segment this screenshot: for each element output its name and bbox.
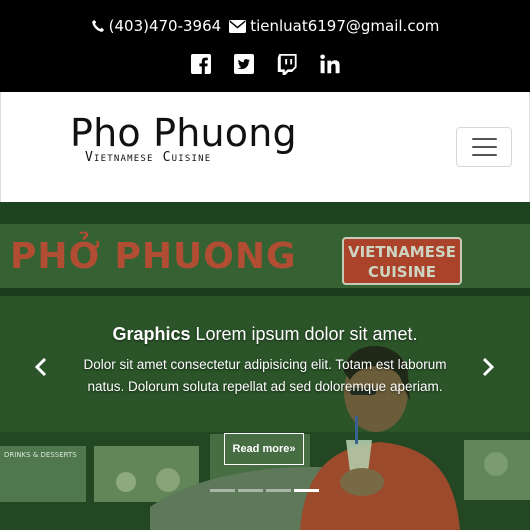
facebook-icon[interactable] <box>190 54 211 75</box>
caption-text: Dolor sit amet consectetur adipisicing e… <box>83 357 447 394</box>
caption-heading: Graphics Lorem ipsum dolor sit amet. <box>0 324 530 345</box>
chevron-left-icon <box>34 357 47 377</box>
read-more-button[interactable]: Read more» <box>224 433 304 465</box>
carousel-indicators <box>210 489 319 492</box>
navbar-toggler-button[interactable] <box>456 127 512 167</box>
site-header: Pho Phuong Vietnamese Cuisine <box>0 92 530 202</box>
email-contact[interactable]: tienluat6197@gmail.com <box>229 17 439 35</box>
hamburger-menu-icon <box>471 138 497 140</box>
twitch-icon[interactable] <box>276 53 297 75</box>
carousel-indicator[interactable] <box>238 489 263 492</box>
carousel-indicator-active[interactable] <box>294 489 319 492</box>
top-contact-bar: (403)470-3964 tienluat6197@gmail.com <box>0 0 530 92</box>
envelope-icon <box>229 19 247 33</box>
chevron-right-icon <box>482 357 495 377</box>
carousel-indicator[interactable] <box>210 489 235 492</box>
phone-contact[interactable]: (403)470-3964 <box>91 17 222 35</box>
caption-heading-bold: Graphics <box>112 324 191 344</box>
social-links <box>0 52 530 76</box>
carousel-prev-button[interactable] <box>26 352 56 382</box>
phone-number: (403)470-3964 <box>108 17 222 35</box>
hamburger-bar <box>471 146 497 148</box>
email-address: tienluat6197@gmail.com <box>250 17 440 35</box>
contact-row: (403)470-3964 tienluat6197@gmail.com <box>0 14 530 38</box>
caption-heading-rest: Lorem ipsum dolor sit amet. <box>190 324 418 344</box>
brand-title[interactable]: Pho Phuong <box>70 111 297 155</box>
brand-subtitle: Vietnamese Cuisine <box>85 150 212 165</box>
twitter-icon[interactable] <box>233 54 254 75</box>
hamburger-bar <box>471 154 497 156</box>
carousel-next-button[interactable] <box>473 352 503 382</box>
hero-carousel: PHỞ PHUONG VIETNAMESE CUISINE DRINKS & D… <box>0 202 530 530</box>
linkedin-icon[interactable] <box>319 54 340 75</box>
carousel-indicator[interactable] <box>266 489 291 492</box>
phone-icon <box>91 19 105 33</box>
